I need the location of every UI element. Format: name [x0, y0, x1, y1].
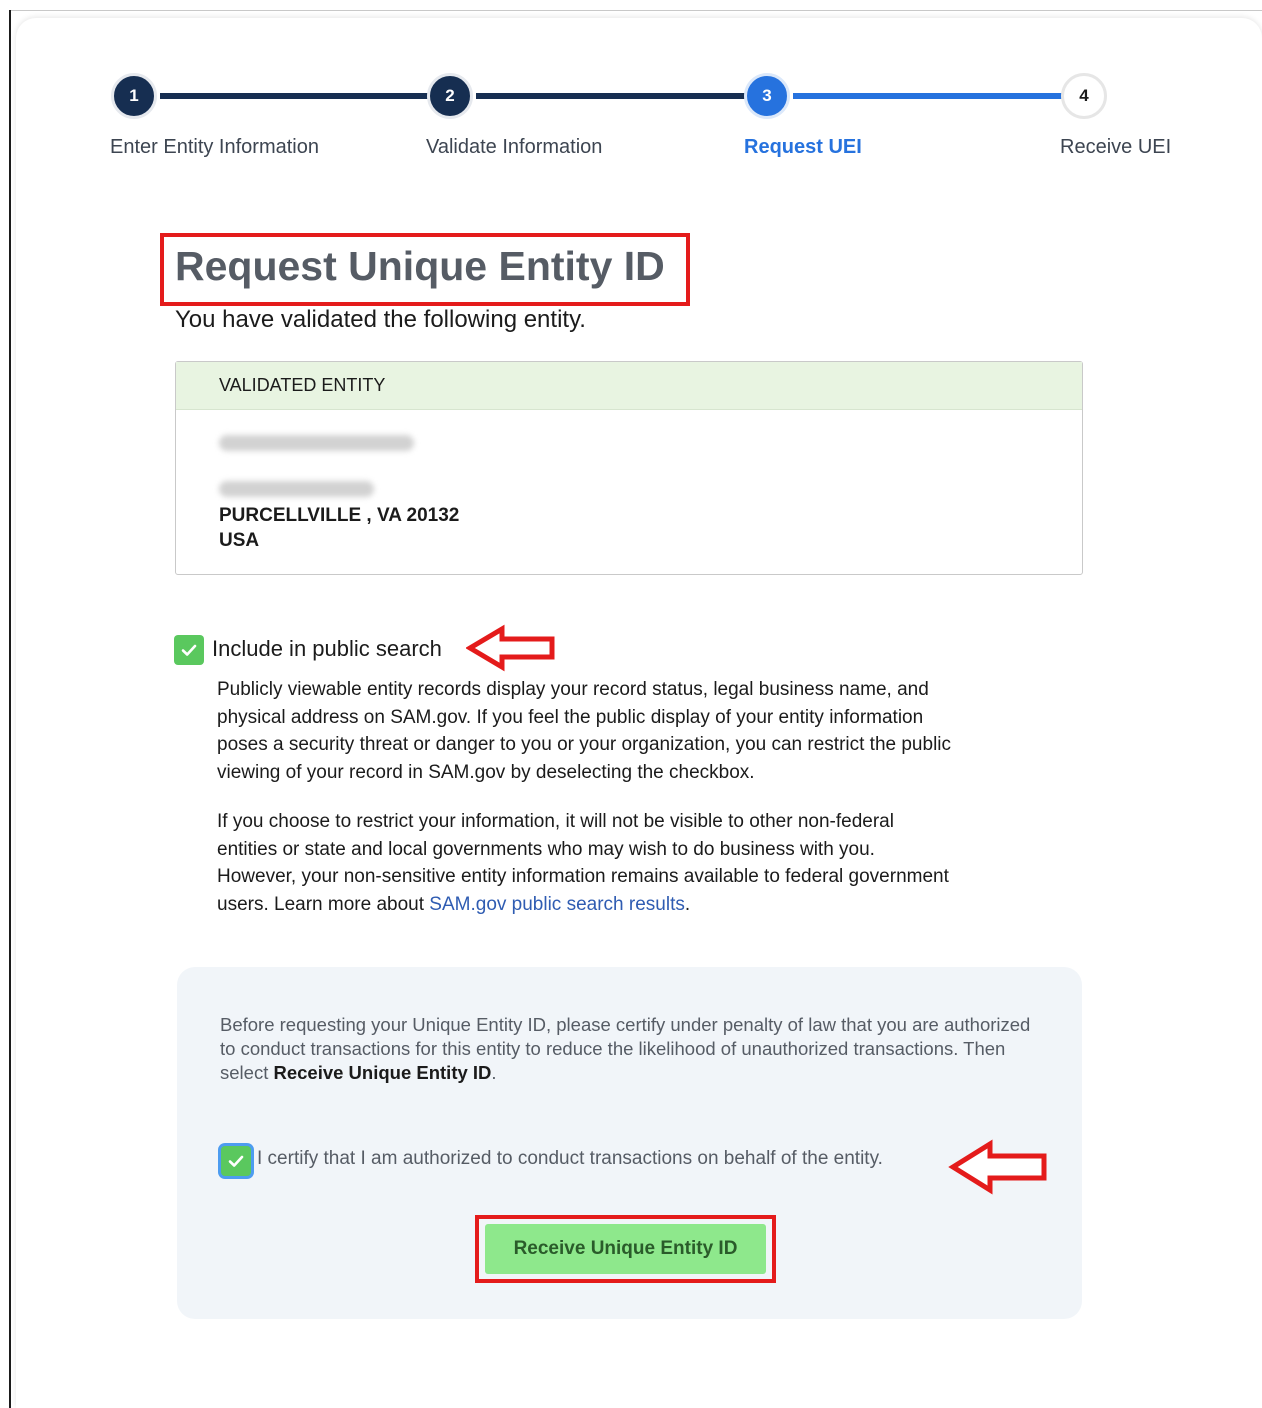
step-1-label: Enter Entity Information — [110, 136, 319, 158]
public-search-restriction-note: If you choose to restrict your informati… — [217, 811, 949, 915]
receive-uei-button[interactable]: Receive Unique Entity ID — [485, 1224, 766, 1274]
entity-country: USA — [219, 530, 260, 551]
intro-text: You have validated the following entity. — [175, 306, 586, 333]
validated-entity-header: VALIDATED ENTITY — [176, 362, 1082, 410]
checkmark-icon — [181, 644, 197, 656]
step-connector-2 — [476, 93, 746, 99]
redacted-street-address — [219, 481, 374, 497]
public-search-checkbox[interactable] — [174, 635, 204, 665]
step-2-label: Validate Information — [426, 136, 603, 158]
left-border — [9, 10, 11, 1408]
step-3-indicator: 3 — [744, 73, 790, 119]
public-search-results-link[interactable]: SAM.gov public search results — [429, 894, 685, 915]
step-4-indicator: 4 — [1061, 73, 1107, 119]
step-3-label: Request UEI — [744, 136, 862, 158]
top-divider — [10, 10, 1262, 11]
step-2-indicator: 2 — [427, 73, 473, 119]
certify-checkbox[interactable] — [221, 1146, 251, 1176]
public-search-label[interactable]: Include in public search — [212, 636, 442, 662]
certification-instructions: Before requesting your Unique Entity ID,… — [220, 1014, 1031, 1083]
left-arrow-annotation-icon — [948, 1139, 1047, 1195]
step-connector-1 — [160, 93, 430, 99]
step-connector-3 — [793, 93, 1065, 99]
entity-city-state-zip: PURCELLVILLE , VA 20132 — [219, 505, 460, 526]
public-search-description: Publicly viewable entity records display… — [217, 679, 952, 783]
page-title: Request Unique Entity ID — [175, 243, 665, 289]
checkmark-icon — [228, 1155, 244, 1167]
certify-checkbox-label[interactable]: I certify that I am authorized to conduc… — [257, 1148, 883, 1170]
left-arrow-annotation-icon — [466, 624, 555, 672]
step-4-label: Receive UEI — [1060, 136, 1172, 158]
redacted-entity-name — [219, 435, 414, 451]
validated-entity-card: VALIDATED ENTITY PURCELLVILLE , VA 20132… — [175, 361, 1083, 575]
step-1-indicator: 1 — [111, 73, 157, 119]
